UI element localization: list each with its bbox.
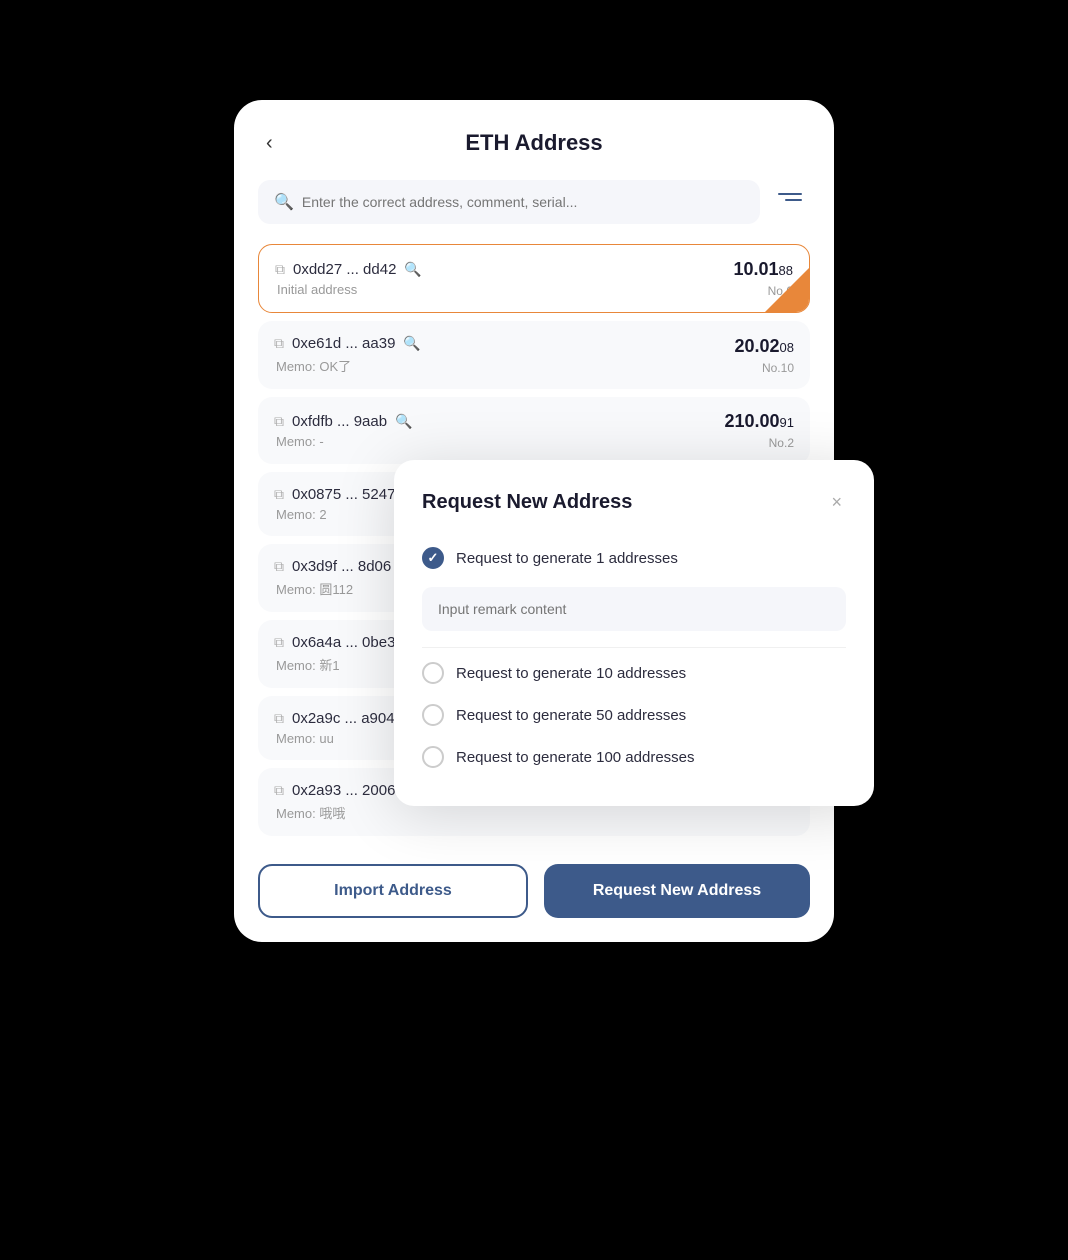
address-search-icon[interactable]: 🔍 <box>403 335 420 352</box>
address-hash: 0x3d9f ... 8d06 <box>292 558 391 575</box>
address-left: ⧉ 0xdd27 ... dd42 🔍 Initial address <box>275 261 422 297</box>
request-address-button[interactable]: Request New Address <box>544 864 810 918</box>
address-no: No.2 <box>769 436 794 450</box>
radio-check: ✓ <box>428 550 439 566</box>
address-left: ⧉ 0xfdfb ... 9aab 🔍 Memo: - <box>274 413 413 449</box>
copy-icon[interactable]: ⧉ <box>274 335 284 352</box>
filter-icon <box>778 193 802 211</box>
address-hash: 0xfdfb ... 9aab <box>292 413 387 430</box>
radio-circle <box>422 746 444 768</box>
radio-circle <box>422 704 444 726</box>
address-hash: 0xdd27 ... dd42 <box>293 261 396 278</box>
back-button[interactable]: ‹ <box>258 128 281 159</box>
copy-icon[interactable]: ⧉ <box>274 486 284 503</box>
copy-icon[interactable]: ⧉ <box>274 634 284 651</box>
radio-option[interactable]: ✓ Request to generate 1 addresses <box>422 537 846 579</box>
address-item[interactable]: ⧉ 0xe61d ... aa39 🔍 Memo: OK了 20.0208 No… <box>258 321 810 389</box>
copy-icon[interactable]: ⧉ <box>274 710 284 727</box>
address-hash: 0x2a9c ... a904 <box>292 710 395 727</box>
address-hash: 0x2a93 ... 2006 <box>292 782 395 799</box>
radio-label: Request to generate 100 addresses <box>456 749 695 766</box>
address-item[interactable]: ⧉ 0xdd27 ... dd42 🔍 Initial address 10.0… <box>258 244 810 313</box>
search-input[interactable] <box>302 194 744 210</box>
radio-circle: ✓ <box>422 547 444 569</box>
address-hash: 0x0875 ... 5247 <box>292 486 395 503</box>
bottom-buttons: Import Address Request New Address <box>258 864 810 918</box>
radio-option[interactable]: Request to generate 10 addresses <box>422 652 846 694</box>
active-badge <box>765 268 809 312</box>
address-amount: 20.0208 <box>734 336 794 357</box>
address-top: ⧉ 0xe61d ... aa39 🔍 <box>274 335 421 352</box>
modal-overlay: Request New Address × ✓ Request to gener… <box>394 460 874 806</box>
radio-circle <box>422 662 444 684</box>
address-amount: 210.0091 <box>724 411 794 432</box>
radio-option[interactable]: Request to generate 100 addresses <box>422 736 846 778</box>
copy-icon[interactable]: ⧉ <box>274 782 284 799</box>
search-bar: 🔍 <box>258 180 810 224</box>
divider <box>422 647 846 648</box>
copy-icon[interactable]: ⧉ <box>274 413 284 430</box>
address-right: 20.0208 No.10 <box>734 336 794 375</box>
copy-icon[interactable]: ⧉ <box>275 261 285 278</box>
address-memo: Memo: - <box>276 434 413 449</box>
search-icon: 🔍 <box>274 192 294 212</box>
modal-close-button[interactable]: × <box>827 488 846 517</box>
page-title: ETH Address <box>465 130 602 156</box>
address-hash: 0xe61d ... aa39 <box>292 335 395 352</box>
modal-options: ✓ Request to generate 1 addresses Reques… <box>422 537 846 778</box>
radio-label: Request to generate 50 addresses <box>456 707 686 724</box>
address-right: 210.0091 No.2 <box>724 411 794 450</box>
address-memo: Memo: OK了 <box>276 356 421 375</box>
address-search-icon[interactable]: 🔍 <box>404 261 421 278</box>
modal-header: Request New Address × <box>422 488 846 517</box>
search-wrapper: 🔍 <box>258 180 760 224</box>
address-top: ⧉ 0xdd27 ... dd42 🔍 <box>275 261 422 278</box>
address-memo: Initial address <box>277 282 422 297</box>
radio-label: Request to generate 1 addresses <box>456 550 678 567</box>
address-no: No.10 <box>762 361 794 375</box>
request-modal: Request New Address × ✓ Request to gener… <box>394 460 874 806</box>
address-top: ⧉ 0xfdfb ... 9aab 🔍 <box>274 413 413 430</box>
copy-icon[interactable]: ⧉ <box>274 558 284 575</box>
modal-title: Request New Address <box>422 491 632 514</box>
header: ‹ ETH Address <box>258 130 810 156</box>
import-address-button[interactable]: Import Address <box>258 864 528 918</box>
radio-label: Request to generate 10 addresses <box>456 665 686 682</box>
filter-button[interactable] <box>770 185 810 219</box>
address-search-icon[interactable]: 🔍 <box>395 413 412 430</box>
radio-option[interactable]: Request to generate 50 addresses <box>422 694 846 736</box>
address-item[interactable]: ⧉ 0xfdfb ... 9aab 🔍 Memo: - 210.0091 No.… <box>258 397 810 464</box>
remark-input[interactable] <box>422 587 846 631</box>
address-hash: 0x6a4a ... 0be3 <box>292 634 395 651</box>
address-left: ⧉ 0xe61d ... aa39 🔍 Memo: OK了 <box>274 335 421 375</box>
